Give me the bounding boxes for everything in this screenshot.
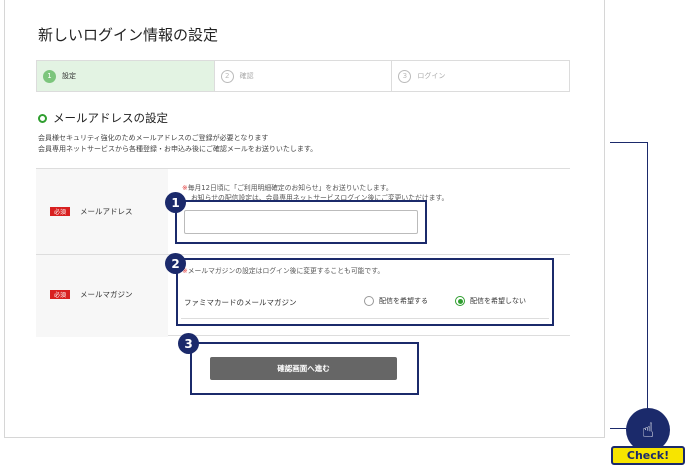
circle-bullet-icon (38, 113, 47, 123)
step-confirm: 2 確認 (215, 61, 393, 91)
callout-box-1 (175, 200, 427, 244)
description-line: 会員様セキュリティ強化のためメールアドレスのご登録が必要となります (38, 134, 269, 142)
step-indicator: 1 設定 2 確認 3 ログイン (36, 60, 570, 92)
email-label: メールアドレス (80, 207, 133, 216)
section-description: 会員様セキュリティ強化のためメールアドレスのご登録が必要となります 会員専用ネッ… (38, 133, 317, 155)
required-badge: 必須 (50, 290, 70, 299)
bracket-line (610, 142, 648, 428)
email-label-cell: 必須 メールアドレス (36, 169, 168, 254)
callout-box-3 (190, 342, 419, 395)
callout-badge-3: 3 (178, 333, 199, 354)
step-number: 3 (398, 69, 412, 83)
step-label: 確認 (239, 72, 254, 80)
step-label: ログイン (417, 72, 446, 80)
step-settings: 1 設定 (37, 61, 215, 91)
magazine-label: メールマガジン (80, 290, 133, 299)
section-heading: メールアドレスの設定 (38, 110, 168, 126)
description-line: 会員専用ネットサービスから各種登録・お申込み後にご確認メールをお送りいたします。 (38, 145, 318, 153)
callout-badge-1: 1 (165, 192, 186, 213)
callout-badge-2: 2 (165, 253, 186, 274)
step-label: 設定 (62, 72, 76, 80)
check-badge: Check! (611, 446, 685, 465)
email-note-line1: 毎月12日頃に「ご利用明細確定のお知らせ」をお送りいたします。 (187, 184, 393, 192)
required-badge: 必須 (50, 207, 70, 216)
section-heading-text: メールアドレスの設定 (53, 111, 168, 125)
callout-box-2 (176, 258, 554, 326)
page-title: 新しいログイン情報の設定 (38, 26, 219, 44)
step-login: 3 ログイン (392, 61, 569, 91)
step-number: 1 (43, 69, 56, 83)
magazine-label-cell: 必須 メールマガジン (36, 255, 168, 337)
step-number: 2 (220, 69, 234, 83)
